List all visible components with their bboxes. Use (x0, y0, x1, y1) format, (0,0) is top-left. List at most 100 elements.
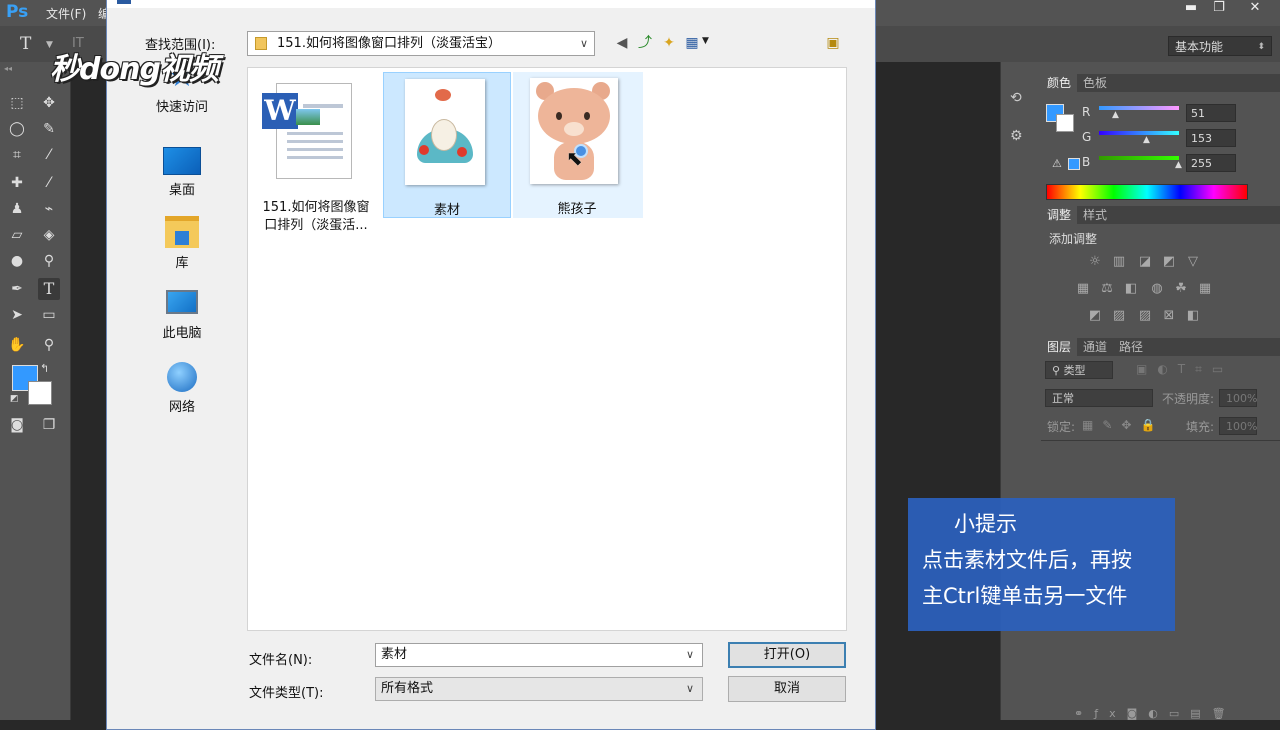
lookin-select[interactable]: 151.如何将图像窗口排列（淡蛋活宝） ∨ (247, 31, 595, 56)
up-folder-icon[interactable]: ⤴ (636, 34, 654, 52)
quick-mask-icon[interactable]: ◙ (6, 414, 28, 436)
dodge-tool-icon[interactable]: ⚲ (38, 250, 60, 272)
type-tool-icon[interactable]: T (38, 278, 60, 300)
background-color-swatch[interactable] (28, 381, 52, 405)
blend-mode-select[interactable]: 正常 (1045, 389, 1153, 407)
minimize-icon[interactable]: ▬ (1176, 0, 1206, 18)
open-button[interactable]: 打开(O) (728, 642, 846, 668)
channel-mixer-icon[interactable]: ☘ (1172, 281, 1190, 297)
swap-colors-icon[interactable]: ↰ (40, 362, 49, 375)
view-menu-icon[interactable]: ▦ (683, 34, 701, 52)
tab-swatches[interactable]: 色板 (1077, 74, 1113, 92)
g-slider-thumb[interactable]: ▲ (1143, 135, 1150, 145)
tab-color[interactable]: 颜色 (1041, 74, 1078, 92)
new-folder-icon[interactable]: ✦ (660, 34, 678, 52)
quick-select-tool-icon[interactable]: ✎ (38, 118, 60, 140)
properties-panel-icon[interactable]: ⚙ (1010, 128, 1023, 144)
screen-mode-icon[interactable]: ❐ (38, 414, 60, 436)
web-safe-swatch[interactable] (1068, 158, 1080, 170)
g-value[interactable]: 153 (1186, 129, 1236, 147)
tab-layers[interactable]: 图层 (1041, 338, 1078, 356)
layer-footer-icons[interactable]: ⚭ƒx◙◐▭▤🗑 (1074, 707, 1237, 720)
threshold-icon[interactable]: ▨ (1136, 308, 1154, 324)
eraser-tool-icon[interactable]: ▱ (6, 224, 28, 246)
r-slider[interactable] (1099, 106, 1179, 110)
menu-file[interactable]: 文件(F) (46, 5, 86, 22)
workspace-select[interactable]: 基本功能 ⬍ (1168, 36, 1272, 56)
color-lookup-icon[interactable]: ▦ (1196, 281, 1214, 297)
chevron-down-icon[interactable]: ▼ (702, 36, 709, 46)
maximize-icon[interactable]: ❐ (1204, 0, 1234, 18)
layer-filter-icons[interactable]: ▣◐T⌗▭ (1136, 362, 1233, 377)
favorites-folder-icon[interactable]: ▣ (824, 34, 842, 52)
file-item-sucai[interactable]: 素材 (383, 72, 511, 218)
color-balance-icon[interactable]: ⚖ (1098, 281, 1116, 297)
back-icon[interactable]: ◀ (613, 34, 631, 52)
levels-icon[interactable]: ▥ (1110, 254, 1128, 270)
filetype-value: 所有格式 (381, 681, 434, 696)
b-value[interactable]: 255 (1186, 154, 1236, 172)
lock-icons[interactable]: ▦✎✥🔒 (1082, 418, 1164, 432)
b-slider-thumb[interactable]: ▲ (1175, 160, 1182, 170)
color-bg-swatch[interactable] (1056, 114, 1074, 132)
r-value[interactable]: 51 (1186, 104, 1236, 122)
posterize-icon[interactable]: ▨ (1110, 308, 1128, 324)
place-label: 库 (175, 256, 189, 271)
exposure-icon[interactable]: ◩ (1160, 254, 1178, 270)
g-slider[interactable] (1099, 131, 1179, 135)
rectangle-tool-icon[interactable]: ▭ (38, 304, 60, 326)
tip-title: 小提示 (954, 512, 1017, 536)
place-desktop[interactable]: 桌面 (122, 147, 242, 198)
opacity-field[interactable]: 100% (1219, 389, 1257, 407)
move-tool-icon[interactable]: ✥ (38, 92, 60, 114)
ps-logo: Ps (6, 2, 29, 22)
warning-icon[interactable]: ⚠ (1052, 157, 1062, 170)
layer-filter-select[interactable]: ⚲ 类型 (1045, 361, 1113, 379)
history-panel-icon[interactable]: ⟲ (1010, 90, 1022, 106)
file-item-xionghaizi[interactable]: 熊孩子 (513, 72, 643, 218)
brightness-icon[interactable]: ☼ (1086, 254, 1104, 270)
tab-styles[interactable]: 样式 (1077, 206, 1113, 224)
filetype-select[interactable]: 所有格式 ∨ (375, 677, 703, 701)
place-this-pc[interactable]: 此电脑 (122, 290, 242, 341)
hand-tool-icon[interactable]: ✋ (6, 334, 28, 356)
path-select-tool-icon[interactable]: ➤ (6, 304, 28, 326)
cancel-button[interactable]: 取消 (728, 676, 846, 702)
photo-filter-icon[interactable]: ◍ (1148, 281, 1166, 297)
tab-channels[interactable]: 通道 (1077, 338, 1113, 356)
healing-tool-icon[interactable]: ✚ (6, 172, 28, 194)
pen-tool-icon[interactable]: ✒ (6, 278, 28, 300)
history-brush-tool-icon[interactable]: ⌁ (38, 198, 60, 220)
filename-input[interactable]: 素材 ∨ (375, 643, 703, 667)
crop-tool-icon[interactable]: ⌗ (6, 144, 28, 166)
paint-bucket-tool-icon[interactable]: ◈ (38, 224, 60, 246)
hue-saturation-icon[interactable]: ▦ (1074, 281, 1092, 297)
stamp-tool-icon[interactable]: ♟ (6, 198, 28, 220)
close-icon[interactable]: ✕ (1240, 0, 1270, 18)
collapse-icon[interactable]: ◂◂ (4, 64, 12, 73)
curves-icon[interactable]: ◪ (1136, 254, 1154, 270)
fill-field[interactable]: 100% (1219, 417, 1257, 435)
invert-icon[interactable]: ◩ (1086, 308, 1104, 324)
vibrance-icon[interactable]: ▽ (1184, 254, 1202, 270)
gradient-map-icon[interactable]: ◧ (1184, 308, 1202, 324)
file-item-word-doc[interactable]: W 151.如何将图像窗 口排列（淡蛋活... (252, 73, 380, 243)
marquee-tool-icon[interactable]: ⬚ (6, 92, 28, 114)
type-tool-icon[interactable]: T (20, 34, 31, 54)
place-library[interactable]: 库 (122, 216, 242, 271)
tab-adjustments[interactable]: 调整 (1041, 206, 1078, 224)
place-network[interactable]: 网络 (122, 362, 242, 415)
color-spectrum[interactable] (1046, 184, 1248, 200)
eyedropper-tool-icon[interactable]: ⁄ (38, 144, 60, 166)
lasso-tool-icon[interactable]: ◯ (6, 118, 28, 140)
default-colors-icon[interactable]: ◩ (10, 394, 19, 404)
zoom-tool-icon[interactable]: ⚲ (38, 334, 60, 356)
selective-color-icon[interactable]: ⊠ (1160, 308, 1178, 324)
blur-tool-icon[interactable]: ● (6, 250, 28, 272)
tab-paths[interactable]: 路径 (1113, 338, 1149, 356)
b-slider[interactable] (1099, 156, 1179, 160)
r-slider-thumb[interactable]: ▲ (1112, 110, 1119, 120)
black-white-icon[interactable]: ◧ (1122, 281, 1140, 297)
brush-tool-icon[interactable]: ⁄ (38, 172, 60, 194)
tip-line-2: 主Ctrl键单击另一文件 (922, 584, 1128, 608)
